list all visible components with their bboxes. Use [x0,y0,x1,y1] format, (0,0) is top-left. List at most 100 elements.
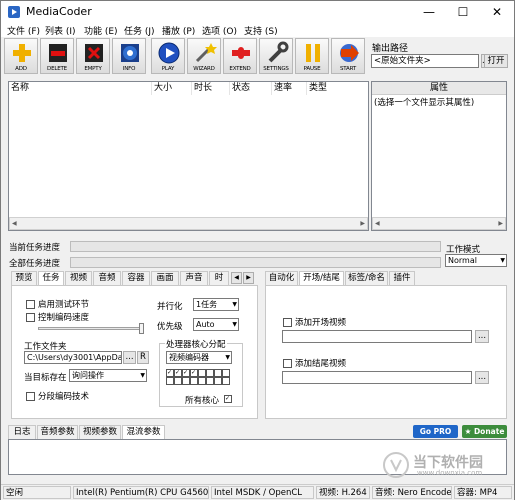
tab-video-params[interactable]: 视频参数 [79,425,121,439]
properties-hscrollbar[interactable]: ◀ ▶ [372,217,506,230]
rate-control-checkbox[interactable] [26,313,35,322]
title-bar[interactable]: MediaCoder — ☐ ✕ [1,1,514,23]
chevron-down-icon: ▼ [232,301,237,308]
core-checkbox[interactable] [222,377,230,385]
core-checkbox[interactable]: ✓ [182,369,190,377]
outro-file-field[interactable] [282,371,472,384]
close-icon: ✕ [491,5,503,19]
workdir-browse-button[interactable]: ... [123,351,136,364]
tab-mux-params[interactable]: 混流参数 [122,425,165,440]
workdir-field[interactable]: C:\Users\dy3001\AppData\ [24,351,122,364]
tab-audio-params[interactable]: 音频参数 [37,425,78,439]
tab-audio[interactable]: 音频 [93,271,121,285]
maximize-button[interactable]: ☐ [446,1,480,23]
play-button[interactable]: PLAY [151,38,185,74]
file-list[interactable]: 名称 大小 时长 状态 速率 类型 ◀ ▶ [8,81,369,231]
core-checkbox[interactable] [166,377,174,385]
core-checkbox[interactable] [222,369,230,377]
all-cores-checkbox[interactable]: ✓ [224,395,232,403]
tab-sound[interactable]: 声音 [180,271,208,285]
target-exists-select[interactable]: 询问操作 ▼ [69,369,147,382]
window-title: MediaCoder [26,5,92,18]
speed-slider-thumb[interactable] [139,323,144,334]
pause-button[interactable]: PAUSE [295,38,329,74]
chevron-down-icon: ▼ [225,354,230,361]
menu-file[interactable]: 文件 (F) [7,24,40,37]
menu-list[interactable]: 列表 (I) [45,24,76,37]
core-checkbox[interactable] [214,377,222,385]
tab-log[interactable]: 日志 [8,425,36,439]
enable-test-checkbox[interactable] [26,300,35,309]
scroll-left-icon[interactable]: ◀ [375,220,380,227]
core-checkbox[interactable]: ✓ [174,369,182,377]
add-outro-checkbox[interactable] [283,359,292,368]
properties-hint: (选择一个文件显示其属性) [374,98,475,108]
column-type[interactable]: 类型 [307,82,368,95]
tab-time[interactable]: 时 [209,271,229,285]
play-icon [158,42,180,64]
minimize-button[interactable]: — [412,1,446,23]
core-checkbox[interactable]: ✓ [190,369,198,377]
core-checkbox[interactable] [206,369,214,377]
outro-browse-button[interactable]: ... [475,371,489,384]
segment-encoding-checkbox[interactable] [26,392,35,401]
open-folder-button[interactable]: 打开 [484,54,508,68]
output-path-field[interactable]: <原始文件夹> [371,54,479,68]
column-rate[interactable]: 速率 [272,82,307,95]
cpu-encoder-select[interactable]: 视频编码器 ▼ [166,351,232,364]
wizard-button[interactable]: WIZARD [187,38,221,74]
column-name[interactable]: 名称 [9,82,152,95]
core-checkbox[interactable] [182,377,190,385]
parallel-select[interactable]: 1任务 ▼ [193,298,239,311]
tab-preview[interactable]: 预览 [11,271,37,285]
core-checkbox[interactable] [190,377,198,385]
tab-intro-outro[interactable]: 开场/结尾 [299,271,344,286]
scroll-right-icon[interactable]: ▶ [360,220,365,227]
tab-video[interactable]: 视频 [65,271,92,285]
priority-select[interactable]: Auto ▼ [193,318,239,331]
tab-plugins[interactable]: 插件 [389,271,415,285]
core-checkbox[interactable] [206,377,214,385]
donate-button[interactable]: ★ Donate [462,425,507,438]
tab-task[interactable]: 任务 [38,271,64,286]
column-duration[interactable]: 时长 [192,82,230,95]
close-button[interactable]: ✕ [480,1,514,23]
column-status[interactable]: 状态 [230,82,272,95]
column-size[interactable]: 大小 [152,82,192,95]
tab-automation[interactable]: 自动化 [265,271,298,285]
tab-scroll-left-button[interactable]: ◀ [231,272,242,284]
extend-button[interactable]: EXTEND [223,38,257,74]
properties-header: 属性 [372,82,506,95]
intro-file-field[interactable] [282,330,472,343]
scroll-right-icon[interactable]: ▶ [498,220,503,227]
menu-task[interactable]: 任务 (J) [124,24,155,37]
workdir-reset-button[interactable]: R [137,351,149,364]
menu-options[interactable]: 选项 (O) [202,24,237,37]
menu-function[interactable]: 功能 (E) [84,24,118,37]
menu-support[interactable]: 支持 (S) [244,24,278,37]
add-button[interactable]: ADD [4,38,38,74]
tab-container[interactable]: 容器 [122,271,150,285]
core-checkbox[interactable] [198,377,206,385]
tab-picture[interactable]: 画面 [151,271,179,285]
tab-scroll-right-button[interactable]: ▶ [243,272,254,284]
info-button[interactable]: INFO [112,38,146,74]
go-pro-button[interactable]: Go PRO [413,425,458,438]
core-checkbox[interactable] [198,369,206,377]
intro-browse-button[interactable]: ... [475,330,489,343]
file-list-hscrollbar[interactable]: ◀ ▶ [9,217,368,230]
empty-button[interactable]: EMPTY [76,38,110,74]
delete-button[interactable]: DELETE [40,38,74,74]
tab-tag-naming[interactable]: 标签/命名 [345,271,388,285]
menu-play[interactable]: 播放 (P) [162,24,195,37]
cpu-core-grid[interactable]: ✓ ✓ ✓ ✓ [166,369,232,386]
start-button[interactable]: START [331,38,365,74]
work-mode-select[interactable]: Normal ▼ [445,254,507,267]
core-checkbox[interactable] [214,369,222,377]
scroll-left-icon[interactable]: ◀ [12,220,17,227]
core-checkbox[interactable] [174,377,182,385]
settings-button[interactable]: SETTINGS [259,38,293,74]
core-checkbox[interactable]: ✓ [166,369,174,377]
add-intro-checkbox[interactable] [283,318,292,327]
speed-slider-track[interactable] [38,327,142,330]
